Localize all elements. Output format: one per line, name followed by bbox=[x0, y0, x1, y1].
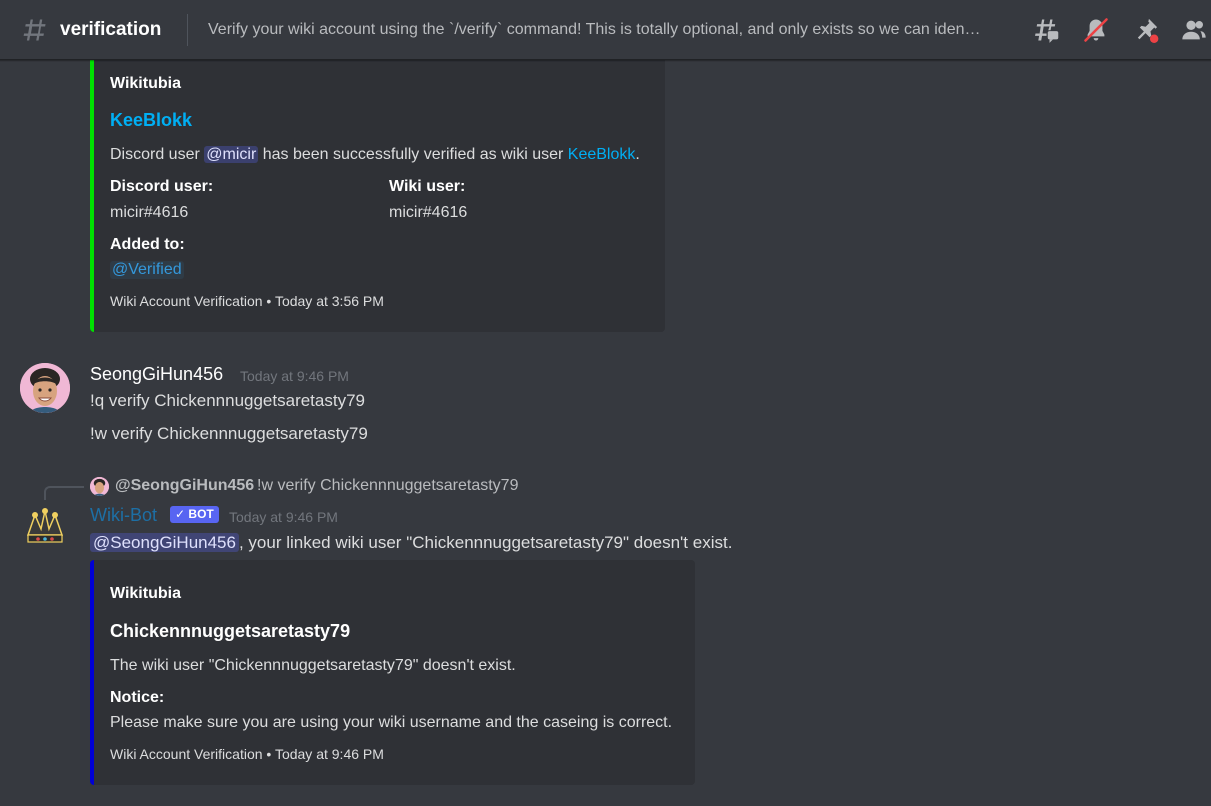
reply-avatar-icon bbox=[90, 477, 109, 496]
message-timestamp: Today at 9:46 PM bbox=[229, 509, 338, 525]
footer-separator: • bbox=[266, 293, 272, 309]
field-name-added-to: Added to: bbox=[110, 236, 185, 253]
field-name-discord-user: Discord user: bbox=[110, 178, 214, 195]
embed-title: Chickennnuggetsaretasty79 bbox=[110, 621, 351, 641]
embed-description: The wiki user "Chickennnuggetsaretasty79… bbox=[110, 657, 516, 674]
embed-footer: Wiki Account Verification • Today at 9:4… bbox=[110, 746, 384, 762]
member-list-icon[interactable] bbox=[1180, 16, 1208, 44]
reply-avatar bbox=[90, 477, 109, 496]
bot-username[interactable]: Wiki-Bot bbox=[90, 505, 157, 526]
embed-color-bar bbox=[90, 50, 94, 332]
bot-message-content: @SeongGiHun456, your linked wiki user "C… bbox=[90, 533, 732, 553]
pinned-messages-icon[interactable] bbox=[1132, 16, 1160, 44]
embed-provider: Wikitubia bbox=[110, 75, 181, 92]
footer-text: Wiki Account Verification bbox=[110, 293, 263, 309]
user-avatar-icon bbox=[20, 363, 70, 413]
footer-separator: • bbox=[266, 746, 272, 762]
verification-error-embed: Wikitubia Chickennnuggetsaretasty79 The … bbox=[90, 560, 695, 785]
channel-name: verification bbox=[60, 19, 162, 40]
threads-icon[interactable] bbox=[1032, 16, 1060, 44]
verification-success-embed: Wikitubia KeeBlokk Discord user @micir h… bbox=[90, 50, 665, 332]
field-value-wiki-user: micir#4616 bbox=[389, 204, 468, 221]
verified-check-icon: ✓ bbox=[175, 507, 186, 521]
footer-text: Wiki Account Verification bbox=[110, 746, 263, 762]
field-value-notice: Please make sure you are using your wiki… bbox=[110, 714, 673, 731]
channel-header: verification Verify your wiki account us… bbox=[0, 0, 1211, 60]
field-name-wiki-user: Wiki user: bbox=[389, 178, 466, 195]
message-line: !w verify Chickennnuggetsaretasty79 bbox=[90, 424, 368, 443]
bot-tag-label: BOT bbox=[188, 507, 214, 521]
embed-footer: Wiki Account Verification • Today at 3:5… bbox=[110, 293, 384, 309]
wiki-user-link[interactable]: KeeBlokk bbox=[568, 146, 636, 163]
embed-provider: Wikitubia bbox=[110, 585, 181, 602]
footer-timestamp: Today at 3:56 PM bbox=[274, 293, 384, 309]
wiki-bot-avatar-icon bbox=[26, 508, 64, 543]
channel-topic[interactable]: Verify your wiki account using the `/ver… bbox=[208, 20, 1018, 40]
role-mention-verified[interactable]: @Verified bbox=[110, 261, 184, 279]
reply-username[interactable]: @SeongGiHun456 bbox=[115, 477, 254, 495]
header-divider bbox=[187, 14, 188, 46]
hashtag-icon bbox=[23, 19, 46, 41]
bot-avatar[interactable] bbox=[20, 503, 70, 553]
message-line: !q verify Chickennnuggetsaretasty79 bbox=[90, 391, 365, 410]
footer-timestamp: Today at 9:46 PM bbox=[274, 746, 384, 762]
reply-preview-text[interactable]: !w verify Chickennnuggetsaretasty79 bbox=[257, 477, 518, 495]
notifications-muted-icon[interactable] bbox=[1082, 16, 1110, 44]
message-username[interactable]: SeongGiHun456 bbox=[90, 364, 223, 385]
embed-description: Discord user @micir has been successfull… bbox=[110, 146, 640, 164]
message-text: , your linked wiki user "Chickennnuggets… bbox=[238, 533, 733, 552]
bot-tag: ✓ BOT bbox=[170, 506, 219, 523]
reply-connector bbox=[44, 486, 84, 500]
user-mention[interactable]: @micir bbox=[204, 146, 259, 163]
field-value-discord-user: micir#4616 bbox=[110, 204, 189, 221]
field-name-notice: Notice: bbox=[110, 689, 165, 706]
embed-color-bar bbox=[90, 560, 94, 785]
user-mention[interactable]: @SeongGiHun456 bbox=[90, 533, 239, 552]
message-timestamp: Today at 9:46 PM bbox=[240, 368, 349, 384]
desc-text: Discord user bbox=[110, 146, 200, 163]
desc-text: has been successfully verified as wiki u… bbox=[262, 146, 564, 163]
embed-title-link[interactable]: KeeBlokk bbox=[110, 110, 192, 131]
avatar[interactable] bbox=[20, 363, 70, 413]
desc-text: . bbox=[635, 146, 640, 163]
